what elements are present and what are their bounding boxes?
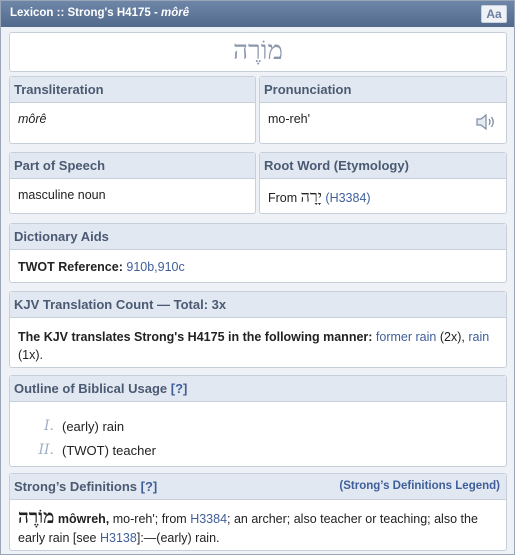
kjv-lead: The KJV translates Strong's H4175 in the… [18, 330, 373, 344]
window-title: Lexicon :: Strong's H4175 - môrê [10, 7, 190, 19]
root-word-value: From יָרָה (H3384) [268, 187, 498, 207]
part-of-speech-box: Part of Speech masculine noun [9, 152, 256, 214]
strongs-text: ; an archer; also teacher or teaching; a… [227, 512, 458, 526]
kjv-text: The KJV translates Strong's H4175 in the… [18, 328, 498, 364]
root-word-link[interactable]: (H3384) [325, 191, 370, 205]
speaker-icon[interactable] [475, 113, 497, 131]
outline-item-text: (early) rain [62, 419, 125, 434]
kjv-link-former-rain[interactable]: former rain [376, 330, 436, 344]
outline-list: I. (early) rain II. (TWOT) teacher [10, 418, 506, 466]
part-of-speech-heading: Part of Speech [14, 158, 106, 173]
outline-box: Outline of Biblical Usage [?] I. (early)… [9, 375, 507, 467]
headword-hebrew: מוֹרֶה [233, 36, 283, 66]
dictionary-aids-box: Dictionary Aids TWOT Reference: 910b,910… [9, 223, 507, 283]
strongs-link-h3138[interactable]: H3138 [100, 531, 137, 545]
outline-item-number: I. [44, 418, 54, 434]
outline-help-link[interactable]: [?] [171, 381, 188, 396]
root-word-box: Root Word (Etymology) From יָרָה (H3384) [259, 152, 507, 214]
outline-item: I. (early) rain [10, 418, 506, 442]
strongs-help-link[interactable]: [?] [141, 479, 158, 494]
kjv-count-2: (1x). [18, 348, 43, 362]
kjv-box: KJV Translation Count — Total: 3x The KJ… [9, 291, 507, 368]
outline-item-text: (TWOT) teacher [62, 443, 156, 458]
strongs-box: Strong’s Definitions [?] (Strong’s Defin… [9, 473, 507, 551]
part-of-speech-value: masculine noun [18, 188, 106, 202]
transliteration-heading: Transliteration [14, 82, 104, 97]
dictionary-aids-heading: Dictionary Aids [14, 229, 109, 244]
strongs-definition: מוֹרֶה môwreh, mo-reh'; from H3384; an a… [18, 508, 498, 548]
outline-item: II. (TWOT) teacher [10, 442, 506, 466]
transliteration-value: môrê [18, 112, 47, 126]
strongs-text: mo-reh'; from [112, 512, 187, 526]
pronunciation-box: Pronunciation mo-reh' [259, 76, 507, 144]
kjv-count-1: (2x), [439, 330, 465, 344]
twot-link[interactable]: 910b,910c [126, 260, 184, 274]
pronunciation-value: mo-reh' [268, 112, 310, 126]
strongs-link-h3384[interactable]: H3384 [190, 512, 227, 526]
root-word-heading: Root Word (Etymology) [264, 158, 409, 173]
strongs-hebrew: מוֹרֶה [18, 506, 55, 528]
root-word-from: From [268, 191, 298, 205]
twot-label: TWOT Reference: [18, 260, 123, 274]
transliteration-box: Transliteration môrê [9, 76, 256, 144]
strongs-heading: Strong’s Definitions [?] [14, 479, 158, 494]
kjv-heading: KJV Translation Count — Total: 3x [14, 297, 227, 312]
font-size-button[interactable]: Aa [481, 5, 507, 23]
lexicon-window: Lexicon :: Strong's H4175 - môrê Aa מוֹר… [0, 0, 515, 555]
outline-heading: Outline of Biblical Usage [?] [14, 381, 188, 396]
twot-reference: TWOT Reference: 910b,910c [18, 260, 498, 274]
outline-item-number: II. [38, 442, 54, 458]
strongs-text: ]:—(early) rain. [136, 531, 220, 545]
strongs-transliteration: môwreh, [57, 512, 110, 526]
title-bar: Lexicon :: Strong's H4175 - môrê Aa [1, 1, 514, 27]
pronunciation-heading: Pronunciation [264, 82, 352, 97]
root-word-hebrew: יָרָה [300, 187, 322, 206]
strongs-legend-link[interactable]: (Strong’s Definitions Legend) [339, 480, 500, 492]
kjv-link-rain[interactable]: rain [468, 330, 489, 344]
headword-box: מוֹרֶה [9, 32, 507, 72]
